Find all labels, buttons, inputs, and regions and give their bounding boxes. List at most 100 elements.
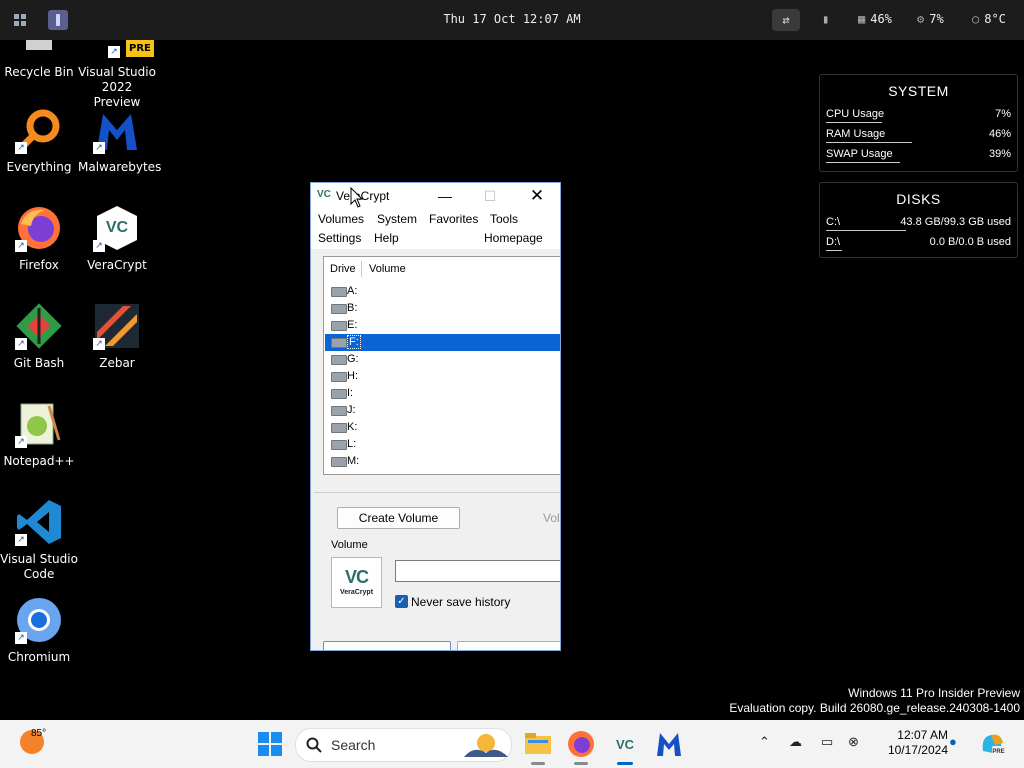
menu-volumes[interactable]: Volumes	[318, 212, 364, 226]
drive-icon	[331, 321, 347, 331]
menu-homepage[interactable]: Homepage	[484, 231, 543, 245]
disk-d-row: D:\ 0.0 B/0.0 B used	[826, 233, 1011, 253]
vscode-icon: ↗	[15, 498, 63, 546]
notification-bell-icon[interactable]: ●	[949, 734, 957, 749]
show-hidden-icons-chevron-icon[interactable]: ⌃	[759, 734, 770, 750]
firefox-taskbar-icon[interactable]	[566, 729, 596, 759]
malwarebytes-icon: ↗	[93, 106, 141, 154]
ram-usage-bar	[826, 142, 912, 143]
desktop-icon-notepadpp[interactable]: ↗ Notepad++	[0, 400, 78, 469]
create-volume-button[interactable]: Create Volume	[337, 507, 460, 529]
desktop-icon-recycle-bin[interactable]: Recycle Bin	[0, 40, 78, 80]
drive-row-b[interactable]: B:	[325, 300, 560, 317]
shortcut-arrow-icon: ↗	[15, 240, 27, 252]
drive-row-a[interactable]: A:	[325, 283, 560, 300]
taskbar-date: 10/17/2024	[887, 743, 948, 757]
column-drive[interactable]: Drive	[330, 263, 356, 275]
drive-row-g[interactable]: G:	[325, 351, 560, 368]
disk-d-label: D:\	[826, 236, 841, 248]
drive-row-l[interactable]: L:	[325, 436, 560, 453]
menu-tools[interactable]: Tools	[490, 212, 518, 226]
drive-row-m[interactable]: M:	[325, 453, 560, 470]
start-button[interactable]	[255, 729, 285, 759]
swap-usage-row: SWAP Usage 39%	[826, 145, 1011, 165]
cpu-usage-bar	[826, 122, 882, 123]
drive-icon	[331, 423, 347, 433]
file-explorer-running-indicator	[531, 762, 545, 765]
volume-muted-icon[interactable]: ⊗	[848, 734, 859, 750]
taskbar-search-box[interactable]: Search	[295, 728, 512, 762]
drive-icon	[331, 457, 347, 467]
volume-group-label: Volume	[331, 539, 368, 551]
never-save-history-label[interactable]: Never save history	[411, 595, 510, 609]
mount-button-partial[interactable]	[323, 641, 451, 650]
taskbar-clock[interactable]: 12:07 AM 10/17/2024	[872, 728, 948, 758]
drive-row-f-selected[interactable]: F:	[325, 334, 560, 351]
close-button[interactable]: ✕	[522, 185, 552, 207]
drive-icon	[331, 287, 347, 297]
notepadpp-icon: ↗	[15, 400, 63, 448]
desktop-icon-chromium[interactable]: ↗ Chromium	[0, 596, 78, 665]
swap-usage-bar	[826, 162, 900, 163]
drive-row-j[interactable]: J:	[325, 402, 560, 419]
volume-properties-button[interactable]: Vol	[543, 511, 560, 525]
drive-icon	[331, 406, 347, 416]
swap-usage-label: SWAP Usage	[826, 148, 893, 160]
desktop-icon-veracrypt[interactable]: VC ↗ VeraCrypt	[78, 204, 156, 273]
system-widget: SYSTEM CPU Usage 7% RAM Usage 46% SWAP U…	[819, 74, 1018, 172]
weather-icon: ○	[972, 12, 980, 26]
desktop-icon-git-bash[interactable]: ↗ Git Bash	[0, 302, 78, 371]
drive-row-k[interactable]: K:	[325, 419, 560, 436]
desktop-icon-visual-studio[interactable]: ↗ PRE Visual Studio 2022 Preview	[78, 40, 156, 110]
chromium-icon: ↗	[15, 596, 63, 644]
desktop-icon-label: Firefox	[19, 258, 59, 272]
veracrypt-icon: VC ↗	[93, 204, 141, 252]
never-save-history-checkbox[interactable]: ✓	[395, 595, 408, 608]
drive-list[interactable]: Drive Volume A: B: E: F: G: H: I: J: K: …	[323, 256, 560, 475]
drive-row-i[interactable]: I:	[325, 385, 560, 402]
menu-help[interactable]: Help	[374, 231, 399, 245]
veracrypt-logo: VC VeraCrypt	[331, 557, 382, 608]
minimize-button[interactable]: —	[430, 185, 460, 207]
desktop-icon-malwarebytes[interactable]: ↗ Malwarebytes	[78, 106, 161, 175]
drive-row-e[interactable]: E:	[325, 317, 560, 334]
menu-settings[interactable]: Settings	[318, 231, 361, 245]
desktop-icon-everything[interactable]: ↗ Everything	[0, 106, 78, 175]
shortcut-arrow-icon: ↗	[93, 142, 105, 154]
menu-favorites[interactable]: Favorites	[429, 212, 478, 226]
desktop-icon-zebar[interactable]: ↗ Zebar	[78, 302, 156, 371]
mouse-cursor-icon	[350, 186, 364, 213]
search-highlight-icon	[464, 734, 508, 757]
weather-temperature[interactable]: 85°	[31, 728, 46, 739]
veracrypt-taskbar-icon[interactable]: VC	[610, 729, 640, 759]
window-title-bar[interactable]: VC VeraCrypt — ☐ ✕	[311, 183, 560, 209]
cpu-icon: ⚙	[917, 12, 925, 26]
disk-d-bar	[826, 250, 842, 251]
menu-system[interactable]: System	[377, 212, 417, 226]
file-explorer-icon[interactable]	[523, 729, 553, 759]
veracrypt-logo-icon: VC	[317, 189, 331, 200]
auto-mount-button-partial[interactable]	[457, 641, 560, 650]
drive-icon	[331, 338, 347, 348]
network-icon[interactable]: ▭	[821, 734, 833, 750]
swap-icon[interactable]: ⇄	[772, 9, 800, 31]
maximize-button[interactable]: ☐	[475, 185, 505, 207]
desktop-icon-label: VeraCrypt	[87, 258, 147, 272]
drive-row-h[interactable]: H:	[325, 368, 560, 385]
volume-path-input[interactable]	[395, 560, 560, 582]
column-separator	[361, 261, 362, 277]
desktop-icon-firefox[interactable]: ↗ Firefox	[0, 204, 78, 273]
cpu-usage-row: CPU Usage 7%	[826, 105, 1011, 125]
disk-c-label: C:\	[826, 216, 841, 228]
recycle-bin-icon	[15, 40, 63, 58]
cloud-offline-icon[interactable]: ☁	[789, 734, 802, 750]
cpu-usage-label: CPU Usage	[826, 108, 885, 120]
desktop-icon-label: Chromium	[7, 650, 71, 664]
malwarebytes-taskbar-icon[interactable]	[654, 729, 684, 759]
shortcut-arrow-icon: ↗	[15, 142, 27, 154]
column-volume[interactable]: Volume	[369, 263, 406, 275]
desktop-icon-vscode[interactable]: ↗ Visual Studio Code	[0, 498, 78, 582]
desktop-icon-label: Visual Studio Code	[0, 552, 78, 581]
swap-usage-value: 39%	[988, 148, 1011, 160]
copilot-icon[interactable]: PRE	[979, 731, 1005, 757]
